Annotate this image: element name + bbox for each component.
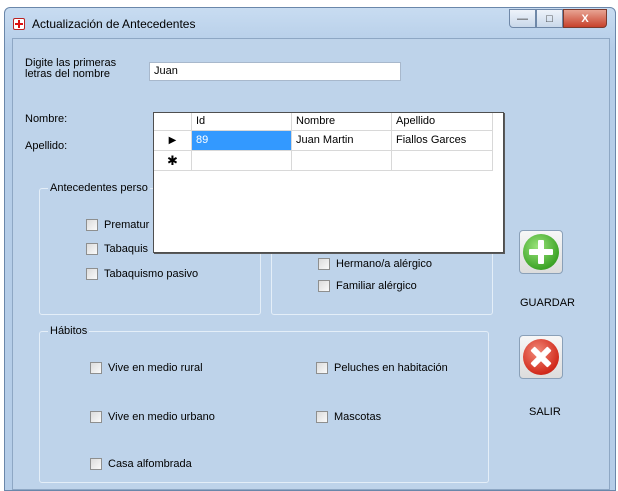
search-input[interactable]: Juan [149, 62, 401, 81]
checkbox-label: Tabaquismo pasivo [104, 268, 199, 280]
current-row-indicator-icon[interactable]: ▶ [154, 131, 192, 151]
checkbox-tabaquismo-pasivo[interactable]: Tabaquismo pasivo [86, 268, 198, 280]
checkbox-box[interactable] [318, 258, 330, 270]
habitos-group-title: Hábitos [48, 325, 90, 337]
grid-corner [154, 113, 192, 131]
grid-header-id[interactable]: Id [192, 113, 292, 131]
grid-cell-id[interactable]: 89 [192, 131, 292, 151]
minimize-button[interactable]: — [509, 9, 536, 28]
checkbox-box[interactable] [86, 243, 98, 255]
checkbox-tabaquismo[interactable]: Tabaquis [86, 243, 148, 255]
grid-cell-apellido[interactable]: Fiallos Garces [392, 131, 493, 151]
nombre-label: Nombre: [25, 113, 68, 125]
minimize-icon: — [517, 12, 528, 25]
search-label-line2: letras del nombre [25, 68, 110, 80]
checkbox-label: Hermano/a alérgico [336, 258, 432, 270]
checkbox-peluches[interactable]: Peluches en habitación [316, 362, 448, 374]
checkbox-label: Tabaquis [104, 243, 149, 255]
checkbox-label: Casa alfombrada [108, 458, 192, 470]
checkbox-box[interactable] [86, 219, 98, 231]
grid-new-cell-apellido[interactable] [392, 151, 493, 171]
title-bar[interactable]: Actualización de Antecedentes — □ X [5, 8, 615, 38]
grid-new-cell-id[interactable] [192, 151, 292, 171]
checkbox-label: Vive en medio urbano [108, 411, 215, 423]
salir-button[interactable] [519, 335, 563, 379]
checkbox-casa-alfombrada[interactable]: Casa alfombrada [90, 458, 192, 470]
checkbox-medio-rural[interactable]: Vive en medio rural [90, 362, 203, 374]
checkbox-mascotas[interactable]: Mascotas [316, 411, 381, 423]
form-client-area: Digite las primeras letras del nombre Ju… [12, 38, 610, 490]
window-controls: — □ X [509, 9, 607, 28]
maximize-button[interactable]: □ [536, 9, 563, 28]
checkbox-box[interactable] [90, 458, 102, 470]
maximize-icon: □ [546, 12, 553, 25]
checkbox-medio-urbano[interactable]: Vive en medio urbano [90, 411, 215, 423]
grid-cell-nombre[interactable]: Juan Martin [292, 131, 392, 151]
close-icon: X [581, 12, 589, 25]
checkbox-box[interactable] [86, 268, 98, 280]
grid-new-cell-nombre[interactable] [292, 151, 392, 171]
grid-header-nombre[interactable]: Nombre [292, 113, 392, 131]
x-icon [523, 339, 559, 375]
search-label: Digite las primeras letras del nombre [25, 58, 116, 80]
checkbox-label: Vive en medio rural [108, 362, 203, 374]
results-grid[interactable]: Id Nombre Apellido ▶ 89 Juan Martin Fial… [153, 112, 504, 253]
window-title: Actualización de Antecedentes [32, 17, 196, 31]
new-row-asterisk-icon[interactable]: ✱ [154, 151, 192, 171]
checkbox-box[interactable] [316, 411, 328, 423]
checkbox-label: Familiar alérgico [336, 280, 417, 292]
checkbox-label: Mascotas [334, 411, 382, 423]
grid-header-apellido[interactable]: Apellido [392, 113, 493, 131]
salir-label: SALIR [529, 406, 561, 418]
guardar-label: GUARDAR [520, 297, 576, 309]
checkbox-box[interactable] [90, 411, 102, 423]
checkbox-box[interactable] [316, 362, 328, 374]
habitos-group: Hábitos Vive en medio rural Vive en medi… [39, 325, 489, 483]
app-red-cross-icon [13, 18, 25, 30]
checkbox-label: Peluches en habitación [334, 362, 448, 374]
checkbox-familiar-alergico[interactable]: Familiar alérgico [318, 280, 417, 292]
checkbox-box[interactable] [90, 362, 102, 374]
checkbox-box[interactable] [318, 280, 330, 292]
app-window: Actualización de Antecedentes — □ X Digi… [4, 7, 616, 491]
guardar-button[interactable] [519, 230, 563, 274]
antecedentes-group-title: Antecedentes perso [48, 182, 150, 194]
apellido-label: Apellido: [25, 140, 68, 152]
plus-icon [523, 234, 559, 270]
checkbox-prematuro[interactable]: Prematur [86, 219, 149, 231]
close-button[interactable]: X [563, 9, 607, 28]
checkbox-hermano-alergico[interactable]: Hermano/a alérgico [318, 258, 432, 270]
checkbox-label: Prematur [104, 219, 150, 231]
